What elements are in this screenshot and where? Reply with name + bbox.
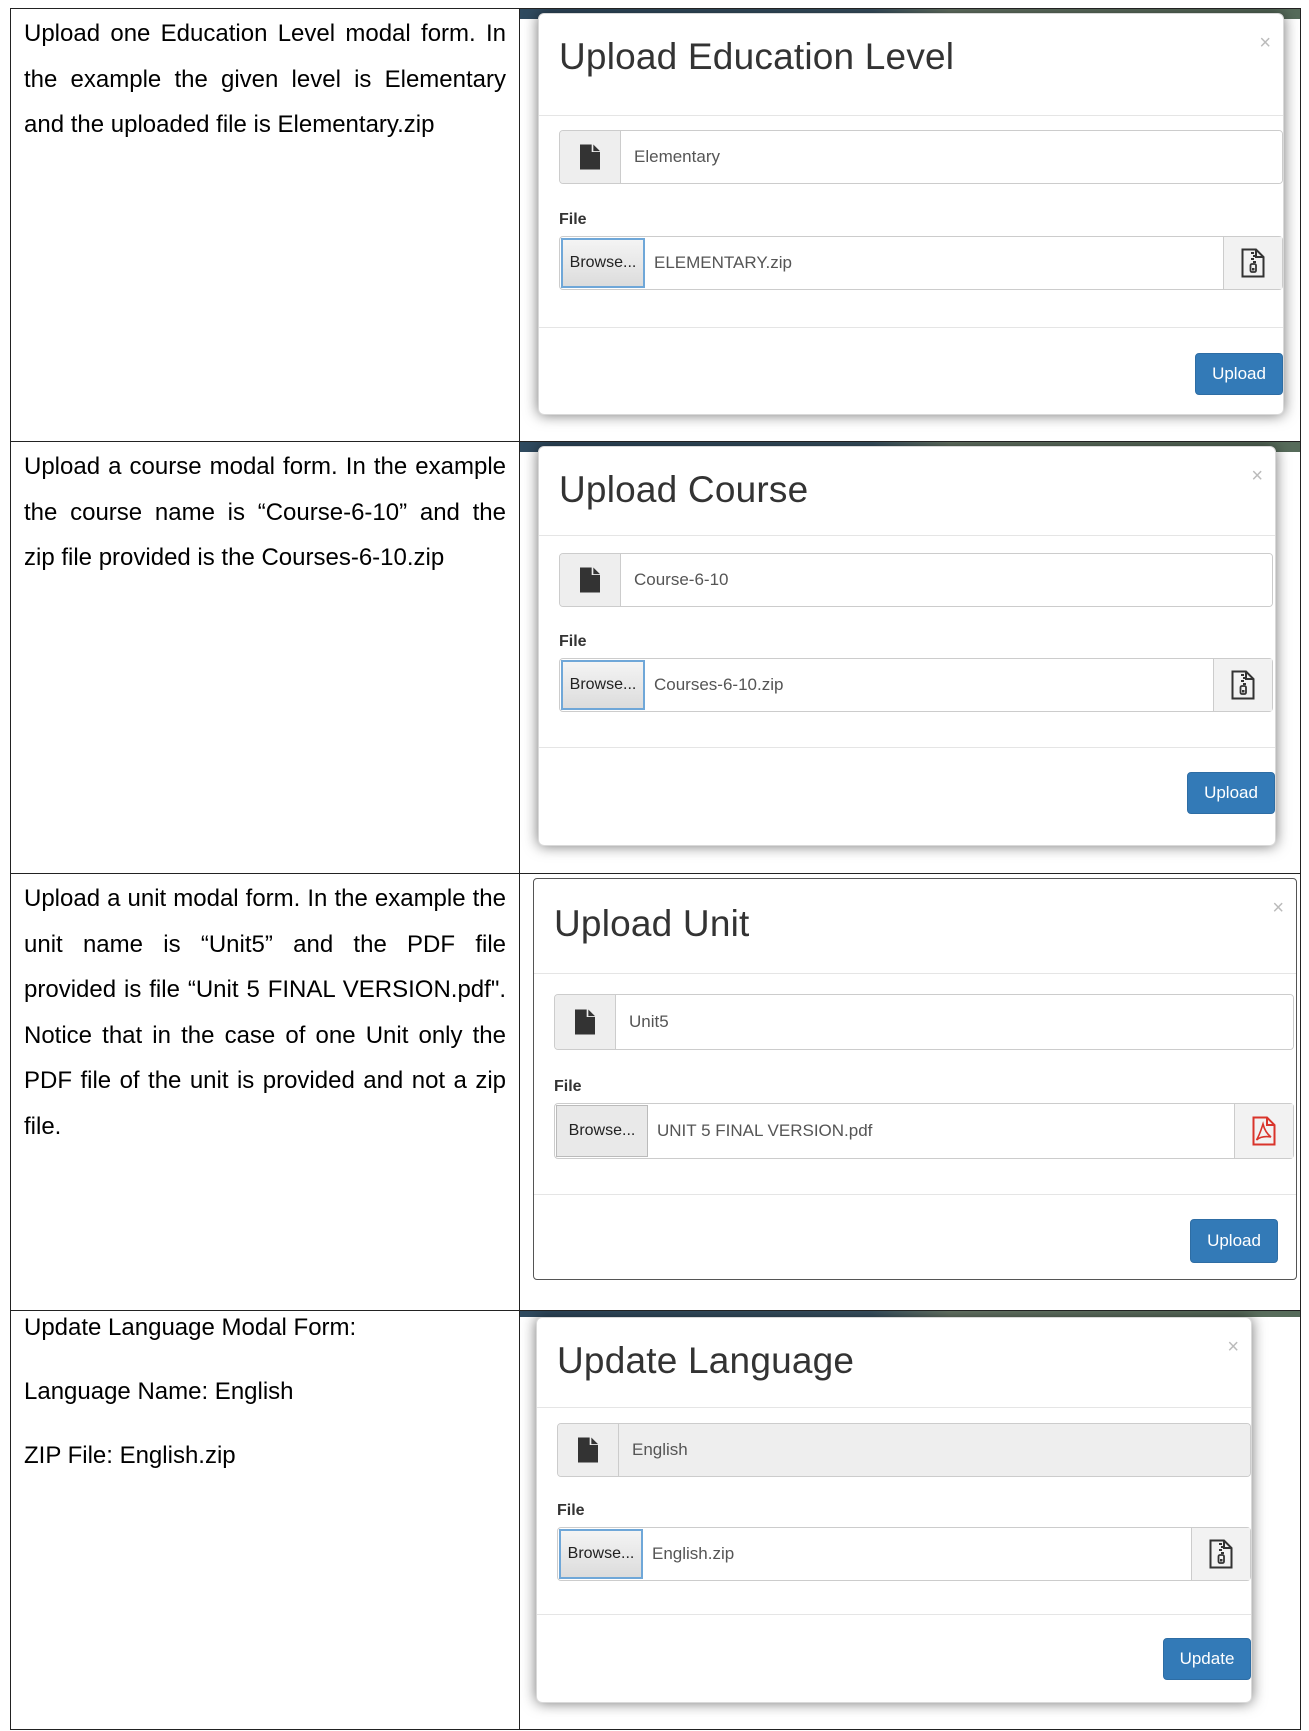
modal-header: Update Language × (537, 1318, 1251, 1408)
file-input-group: Browse... ELEMENTARY.zip (559, 236, 1283, 290)
name-field[interactable]: Course-6-10 (621, 554, 1272, 606)
name-field[interactable]: Elementary (621, 131, 1282, 183)
file-icon (555, 995, 616, 1049)
browse-button[interactable]: Browse... (559, 1529, 643, 1579)
modal-footer-divider (539, 747, 1275, 748)
modal-dialog: Upload Unit × Unit5 File Browse... UNIT … (533, 878, 1297, 1280)
file-label: File (557, 1502, 585, 1519)
upload-button[interactable]: Upload (1195, 353, 1283, 395)
modal-header: Upload Education Level × (539, 14, 1283, 116)
file-icon (558, 1424, 619, 1476)
description-line: Update Language Modal Form: (24, 1314, 357, 1341)
table-row: Update Language Modal Form: Language Nam… (10, 1310, 1301, 1730)
table-row: Upload one Education Level modal form. I… (10, 8, 1301, 442)
close-icon[interactable]: × (1259, 32, 1271, 55)
close-icon[interactable]: × (1251, 465, 1263, 488)
description-text: Upload a unit modal form. In the example… (24, 885, 506, 1140)
description-line: ZIP File: English.zip (24, 1442, 236, 1469)
modal-header: Upload Course × (539, 447, 1275, 536)
name-field: English (619, 1424, 1250, 1476)
description-cell: Upload a course modal form. In the examp… (10, 441, 520, 874)
name-input-group[interactable]: English (557, 1423, 1251, 1477)
table-row: Upload a unit modal form. In the example… (10, 873, 1301, 1311)
modal-dialog: Upload Education Level × Elementary File… (538, 13, 1284, 415)
description-cell: Update Language Modal Form: Language Nam… (10, 1310, 520, 1730)
file-name-field[interactable]: UNIT 5 FINAL VERSION.pdf (649, 1104, 1234, 1158)
modal-dialog: Upload Course × Course-6-10 File Browse.… (538, 446, 1276, 846)
browse-button[interactable]: Browse... (561, 238, 645, 288)
modal-footer-divider (539, 327, 1283, 328)
name-input-group[interactable]: Elementary (559, 130, 1283, 184)
zip-file-icon (1223, 237, 1282, 289)
screenshot-cell: Upload Unit × Unit5 File Browse... UNIT … (519, 873, 1301, 1311)
close-icon[interactable]: × (1272, 897, 1284, 920)
screenshot-cell: Update Language × English File Browse...… (519, 1310, 1301, 1730)
name-input-group[interactable]: Course-6-10 (559, 553, 1273, 607)
zip-file-icon (1191, 1528, 1250, 1580)
file-input-group: Browse... English.zip (557, 1527, 1251, 1581)
modal-footer-divider (534, 1194, 1296, 1195)
file-icon (560, 131, 621, 183)
file-name-field[interactable]: English.zip (644, 1528, 1191, 1580)
description-line: Language Name: English (24, 1378, 294, 1405)
file-label: File (559, 211, 587, 228)
modal-header: Upload Unit × (534, 879, 1296, 974)
upload-button[interactable]: Upload (1190, 1219, 1278, 1263)
update-button[interactable]: Update (1163, 1638, 1251, 1680)
modal-dialog: Update Language × English File Browse...… (536, 1317, 1252, 1703)
file-label: File (559, 633, 587, 650)
browse-button[interactable]: Browse... (556, 1105, 648, 1157)
modal-title: Upload Course (559, 469, 809, 510)
modal-title: Upload Unit (554, 903, 750, 944)
modal-title: Update Language (557, 1340, 855, 1381)
name-input-group[interactable]: Unit5 (554, 994, 1294, 1050)
screenshot-cell: Upload Course × Course-6-10 File Browse.… (519, 441, 1301, 874)
file-name-field[interactable]: Courses-6-10.zip (646, 659, 1213, 711)
modal-title: Upload Education Level (559, 36, 955, 77)
file-icon (560, 554, 621, 606)
description-text: Upload one Education Level modal form. I… (24, 20, 506, 138)
modal-footer-divider (537, 1614, 1251, 1615)
description-cell: Upload one Education Level modal form. I… (10, 8, 520, 442)
close-icon[interactable]: × (1227, 1336, 1239, 1359)
file-input-group: Browse... UNIT 5 FINAL VERSION.pdf (554, 1103, 1294, 1159)
upload-button[interactable]: Upload (1187, 772, 1275, 814)
table-row: Upload a course modal form. In the examp… (10, 441, 1301, 874)
screenshot-cell: Upload Education Level × Elementary File… (519, 8, 1301, 442)
zip-file-icon (1213, 659, 1272, 711)
description-text: Upload a course modal form. In the examp… (24, 453, 506, 571)
document-table: Upload one Education Level modal form. I… (10, 8, 1301, 1730)
browse-button[interactable]: Browse... (561, 660, 645, 710)
description-cell: Upload a unit modal form. In the example… (10, 873, 520, 1311)
pdf-file-icon (1234, 1104, 1293, 1158)
name-field[interactable]: Unit5 (616, 995, 1293, 1049)
file-label: File (554, 1078, 582, 1095)
file-name-field[interactable]: ELEMENTARY.zip (646, 237, 1223, 289)
file-input-group: Browse... Courses-6-10.zip (559, 658, 1273, 712)
